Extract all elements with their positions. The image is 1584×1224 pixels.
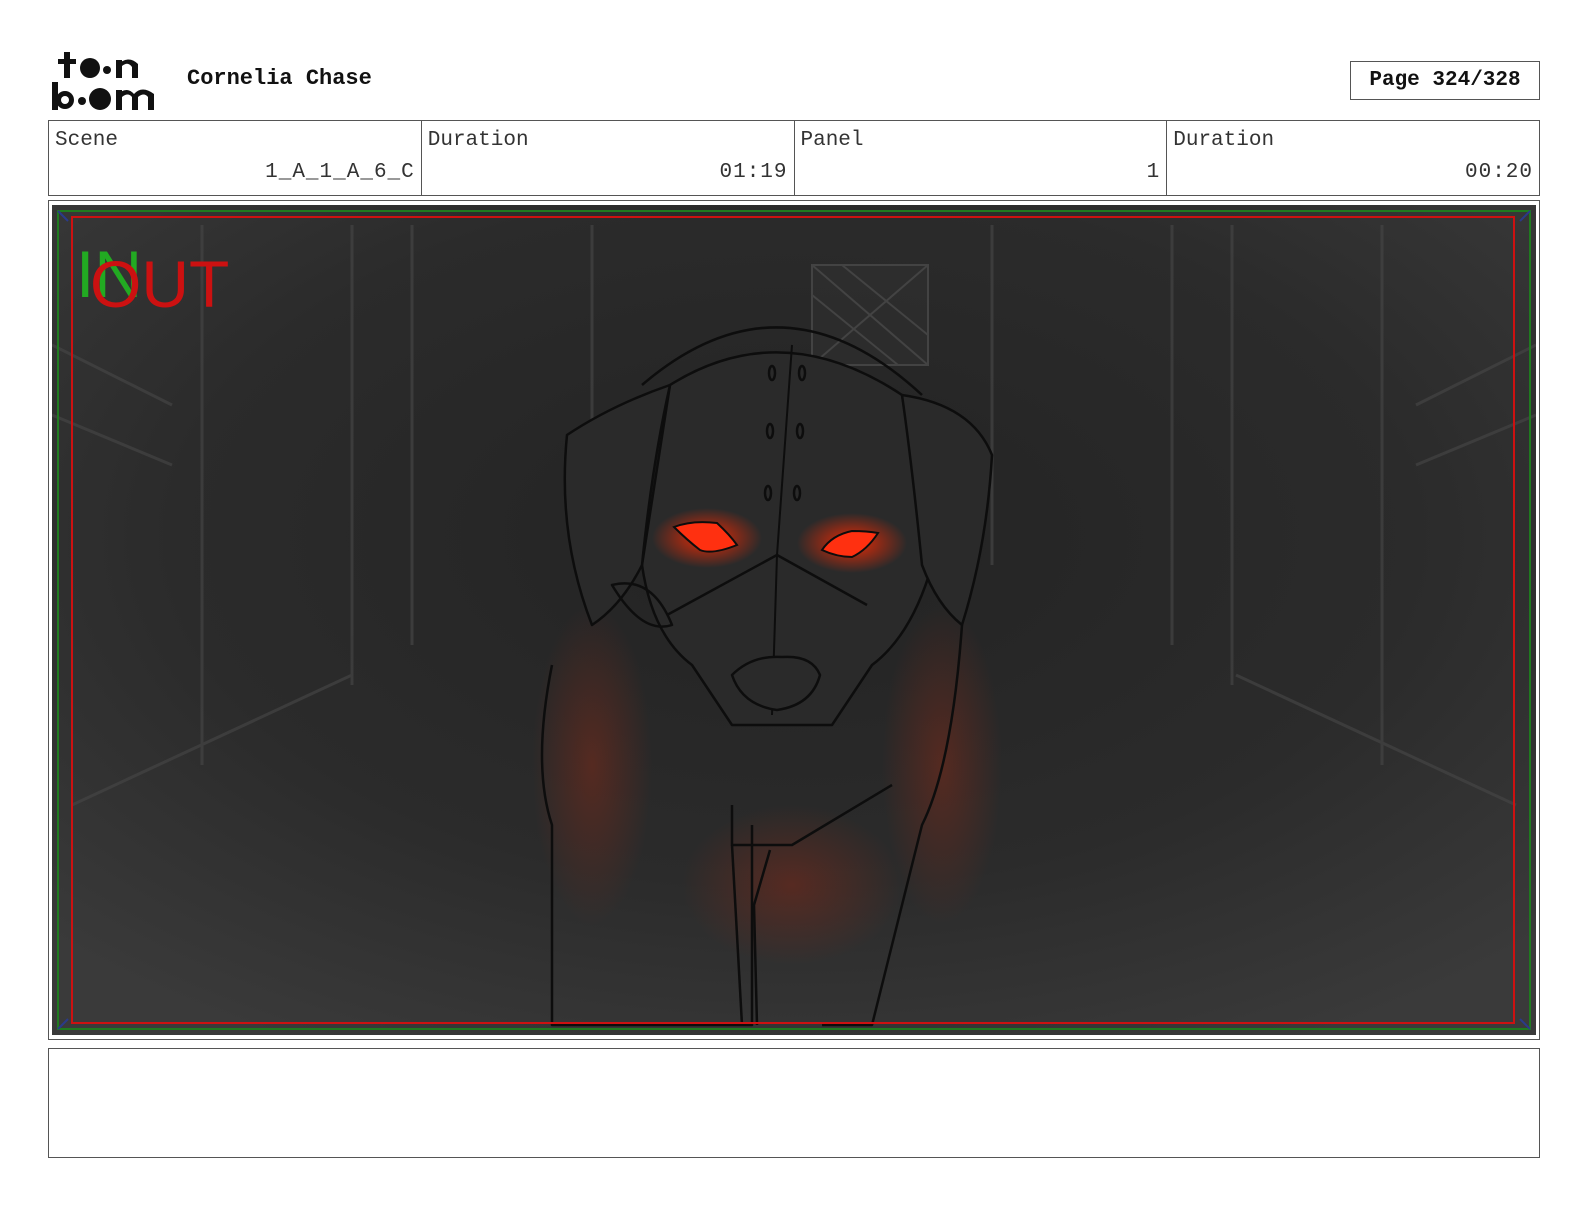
toon-boom-logo — [52, 52, 154, 110]
panel-duration-value: 00:20 — [1464, 161, 1533, 184]
scene-info-table: Scene 1_A_1_A_6_C Duration 01:19 Panel 1… — [48, 120, 1540, 196]
rim-glow-chest — [682, 805, 902, 965]
scene-cell: Scene 1_A_1_A_6_C — [49, 121, 422, 195]
panel-duration-cell: Duration 00:20 — [1167, 121, 1539, 195]
panel-value: 1 — [1146, 161, 1161, 184]
out-marker: OUT — [90, 247, 229, 321]
storyboard-panel: IN OUT — [48, 200, 1540, 1040]
page-number: Page 324/328 — [1350, 61, 1540, 100]
project-title: Cornelia Chase — [187, 66, 372, 91]
scene-duration-cell: Duration 01:19 — [422, 121, 795, 195]
background-window — [811, 264, 929, 366]
panel-label: Panel — [800, 129, 864, 152]
rim-glow-left — [532, 605, 652, 925]
scene-duration-value: 01:19 — [719, 161, 788, 184]
scene-label: Scene — [55, 129, 119, 152]
panel-cell: Panel 1 — [795, 121, 1168, 195]
panel-notes — [48, 1048, 1540, 1158]
scene-value: 1_A_1_A_6_C — [265, 161, 415, 184]
scene-duration-label: Duration — [427, 129, 529, 152]
panel-drawing: IN OUT — [52, 205, 1536, 1035]
panel-duration-label: Duration — [1173, 129, 1275, 152]
